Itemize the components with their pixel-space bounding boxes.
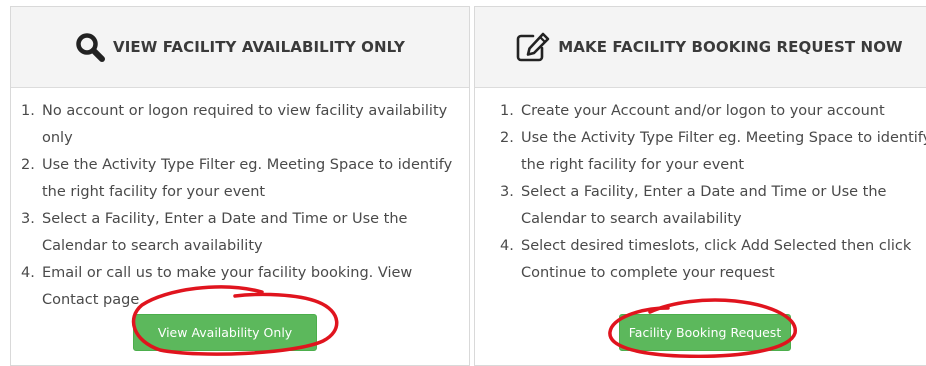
step-number: 4.	[500, 238, 514, 254]
edit-icon	[516, 32, 550, 62]
step-text: Use the Activity Type Filter eg. Meeting…	[42, 157, 453, 200]
step-number: 1.	[21, 103, 35, 119]
booking-panel-title: MAKE FACILITY BOOKING REQUEST NOW	[558, 38, 903, 56]
step-text: Use the Activity Type Filter eg. Meeting…	[521, 130, 926, 173]
availability-panel: VIEW FACILITY AVAILABILITY ONLY 1. No ac…	[10, 6, 470, 366]
availability-steps-list: 1. No account or logon required to view …	[21, 98, 461, 314]
step-number: 3.	[500, 184, 514, 200]
step-text: Create your Account and/or logon to your…	[521, 103, 885, 119]
booking-step: 1. Create your Account and/or logon to y…	[500, 98, 926, 125]
step-text: No account or logon required to view fac…	[42, 103, 448, 146]
step-number: 4.	[21, 265, 35, 281]
step-number: 1.	[500, 103, 514, 119]
booking-step: 3. Select a Facility, Enter a Date and T…	[500, 179, 926, 233]
booking-steps-list: 1. Create your Account and/or logon to y…	[500, 98, 926, 287]
availability-step: 3. Select a Facility, Enter a Date and T…	[21, 206, 461, 260]
facility-booking-request-button[interactable]: Facility Booking Request	[619, 314, 791, 351]
search-icon	[75, 32, 106, 62]
step-number: 2.	[21, 157, 35, 173]
step-number: 3.	[21, 211, 35, 227]
availability-panel-header: VIEW FACILITY AVAILABILITY ONLY	[11, 7, 469, 88]
booking-step: 2. Use the Activity Type Filter eg. Meet…	[500, 125, 926, 179]
availability-step: 2. Use the Activity Type Filter eg. Meet…	[21, 152, 461, 206]
availability-step: 4. Email or call us to make your facilit…	[21, 260, 461, 314]
availability-panel-title: VIEW FACILITY AVAILABILITY ONLY	[113, 38, 405, 56]
availability-step: 1. No account or logon required to view …	[21, 98, 461, 152]
booking-step: 4. Select desired timeslots, click Add S…	[500, 233, 926, 287]
step-text: Email or call us to make your facility b…	[42, 265, 413, 308]
step-text: Select a Facility, Enter a Date and Time…	[42, 211, 408, 254]
step-text: Select a Facility, Enter a Date and Time…	[521, 184, 887, 227]
step-number: 2.	[500, 130, 514, 146]
step-text: Select desired timeslots, click Add Sele…	[521, 238, 912, 281]
view-availability-button[interactable]: View Availability Only	[133, 314, 317, 351]
booking-panel: MAKE FACILITY BOOKING REQUEST NOW 1. Cre…	[474, 6, 926, 366]
booking-panel-header: MAKE FACILITY BOOKING REQUEST NOW	[475, 7, 926, 88]
